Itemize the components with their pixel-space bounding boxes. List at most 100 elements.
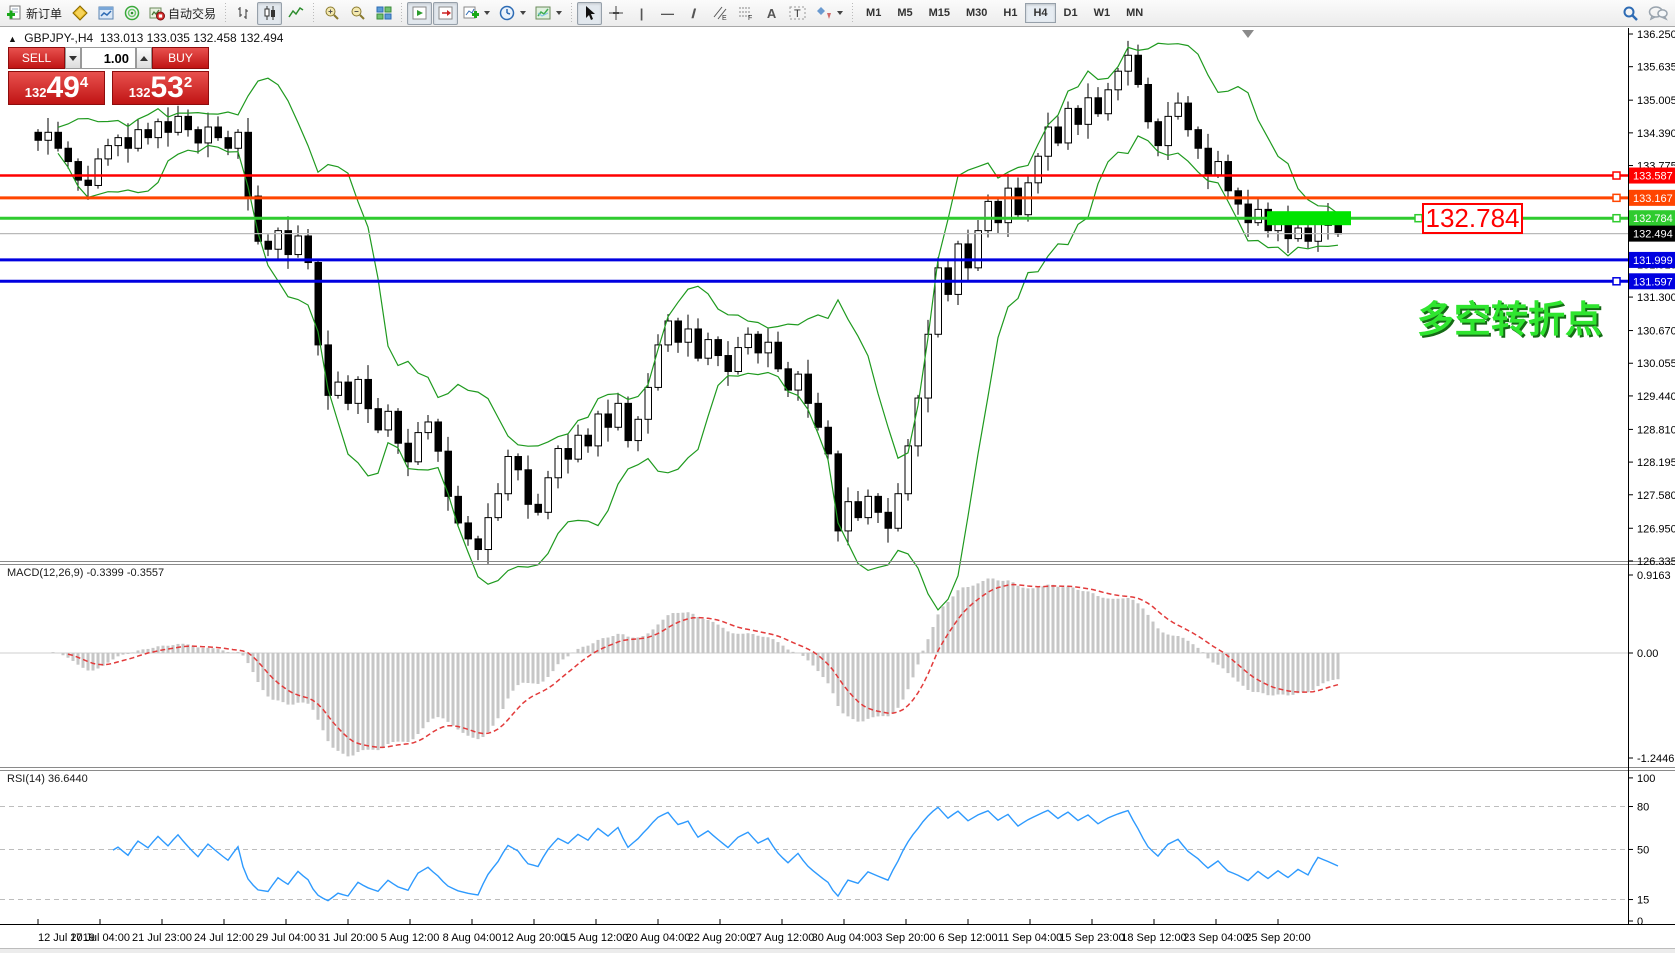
line-marker[interactable] <box>1415 215 1422 222</box>
toolbar-separator <box>399 3 404 23</box>
tile-windows-button[interactable] <box>371 2 396 25</box>
sell-price-button[interactable]: 132 49 4 <box>8 71 105 105</box>
price-tick-label: 129.440 <box>1637 391 1675 403</box>
crosshair-icon <box>608 5 624 21</box>
price-tick-label: 128.195 <box>1637 457 1675 469</box>
chart-shift-button[interactable] <box>433 2 458 25</box>
chart-shift-marker[interactable] <box>1242 30 1254 38</box>
channel-icon: E <box>712 5 728 21</box>
volume-input[interactable]: 1.00 <box>81 47 136 69</box>
text-tool-icon: A <box>767 6 776 21</box>
autotrading-label: 自动交易 <box>168 5 216 22</box>
toolbar: 新订单 自动交易 <box>0 0 1675 27</box>
chat-icon <box>1648 5 1668 21</box>
sell-price-big: 49 <box>46 73 79 103</box>
crosshair-tool-button[interactable] <box>603 2 628 25</box>
signals-button[interactable] <box>119 2 144 25</box>
timeframe-m30-button[interactable]: M30 <box>958 3 995 23</box>
periods-caret-icon[interactable] <box>520 11 526 15</box>
horizontal-line-tool-button[interactable]: — <box>655 2 680 25</box>
arrows-tool-button[interactable] <box>812 2 847 25</box>
timeframe-m15-button[interactable]: M15 <box>921 3 958 23</box>
window-bottom-edge <box>0 948 1675 953</box>
rsi-pane <box>0 807 1628 901</box>
new-order-button[interactable]: 新订单 <box>3 2 66 25</box>
zoom-out-button[interactable] <box>345 2 370 25</box>
cursor-tool-button[interactable] <box>577 2 602 25</box>
toolbar-separator <box>223 3 228 23</box>
volume-increase-button[interactable] <box>136 47 152 69</box>
terminal-button[interactable] <box>93 2 118 25</box>
symbol-collapse-icon[interactable]: ▲ <box>8 34 17 44</box>
time-axis-label: 30 Aug 04:00 <box>812 932 877 944</box>
line-marker[interactable] <box>1613 215 1620 222</box>
time-axis-label: 22 Aug 20:00 <box>688 932 753 944</box>
zoom-in-button[interactable] <box>319 2 344 25</box>
metaeditor-icon <box>72 5 88 21</box>
price-tick-label: 126.950 <box>1637 523 1675 535</box>
macd-axis-label: 0.00 <box>1637 648 1658 660</box>
price-tick-label: 128.810 <box>1637 424 1675 436</box>
rsi-axis-label: 80 <box>1637 802 1649 814</box>
timeframe-w1-button[interactable]: W1 <box>1086 3 1119 23</box>
rsi-line <box>113 807 1338 900</box>
timeframe-d1-button[interactable]: D1 <box>1056 3 1086 23</box>
signals-icon <box>124 5 140 21</box>
autotrading-button[interactable]: 自动交易 <box>145 2 220 25</box>
chart-canvas[interactable]: 136.250135.635135.005134.390133.775133.1… <box>0 0 1675 953</box>
price-callout-box[interactable]: 132.784 <box>1422 203 1523 234</box>
svg-text:T: T <box>794 8 801 20</box>
search-button[interactable] <box>1618 2 1643 25</box>
timeframe-h1-button[interactable]: H1 <box>995 3 1025 23</box>
time-axis-label: 11 Sep 04:00 <box>998 932 1063 944</box>
chart-title: ▲ GBPJPY-,H4 133.013 133.035 132.458 132… <box>8 31 283 45</box>
line-chart-button[interactable] <box>283 2 308 25</box>
time-axis-label: 23 Sep 04:00 <box>1183 932 1248 944</box>
bar-chart-button[interactable] <box>231 2 256 25</box>
turning-point-annotation[interactable]: 多空转折点 <box>1417 289 1602 343</box>
indicators-caret-icon[interactable] <box>484 11 490 15</box>
line-marker[interactable] <box>1613 194 1620 201</box>
templates-caret-icon[interactable] <box>556 11 562 15</box>
highlight-box[interactable] <box>1267 211 1351 225</box>
text-tool-button[interactable]: A <box>759 2 784 25</box>
timeframe-mn-button[interactable]: MN <box>1118 3 1151 23</box>
autotrading-icon <box>149 5 165 21</box>
timeframe-h4-button[interactable]: H4 <box>1025 3 1055 23</box>
zoom-in-icon <box>324 5 340 21</box>
sell-price-sup: 4 <box>80 74 88 91</box>
arrows-caret-icon[interactable] <box>837 11 843 15</box>
macd-axis-label: 0.9163 <box>1637 570 1671 582</box>
fibonacci-tool-button[interactable]: F <box>733 2 758 25</box>
cursor-icon <box>582 5 598 21</box>
templates-button[interactable] <box>531 2 566 25</box>
timeframe-m5-button[interactable]: M5 <box>889 3 920 23</box>
text-label-tool-button[interactable]: T <box>785 2 811 25</box>
indicators-button[interactable] <box>459 2 494 25</box>
price-tick-label: 130.670 <box>1637 326 1675 338</box>
time-axis-label: 3 Sep 20:00 <box>876 932 935 944</box>
time-axis-label: 25 Sep 20:00 <box>1245 932 1310 944</box>
volume-decrease-button[interactable] <box>65 47 81 69</box>
price-badge-label: 133.587 <box>1633 171 1673 183</box>
buy-button[interactable]: BUY <box>152 47 209 69</box>
candlestick-chart-button[interactable] <box>257 2 282 25</box>
rsi-name: RSI(14) <box>7 773 45 785</box>
svg-text:E: E <box>722 15 727 21</box>
zoom-out-icon <box>350 5 366 21</box>
auto-scroll-button[interactable] <box>407 2 432 25</box>
channel-tool-button[interactable]: E <box>707 2 732 25</box>
vertical-line-tool-button[interactable]: | <box>629 2 654 25</box>
periods-button[interactable] <box>495 2 530 25</box>
chat-button[interactable] <box>1644 2 1672 25</box>
time-axis-label: 20 Aug 04:00 <box>626 932 691 944</box>
time-axis-label: 21 Jul 23:00 <box>132 932 192 944</box>
metaeditor-button[interactable] <box>67 2 92 25</box>
buy-price-prefix: 132 <box>129 85 151 100</box>
buy-price-button[interactable]: 132 53 2 <box>112 71 209 105</box>
trendline-tool-button[interactable]: / <box>681 2 706 25</box>
sell-button[interactable]: SELL <box>8 47 65 69</box>
timeframe-m1-button[interactable]: M1 <box>858 3 889 23</box>
line-marker[interactable] <box>1613 278 1620 285</box>
line-marker[interactable] <box>1613 172 1620 179</box>
